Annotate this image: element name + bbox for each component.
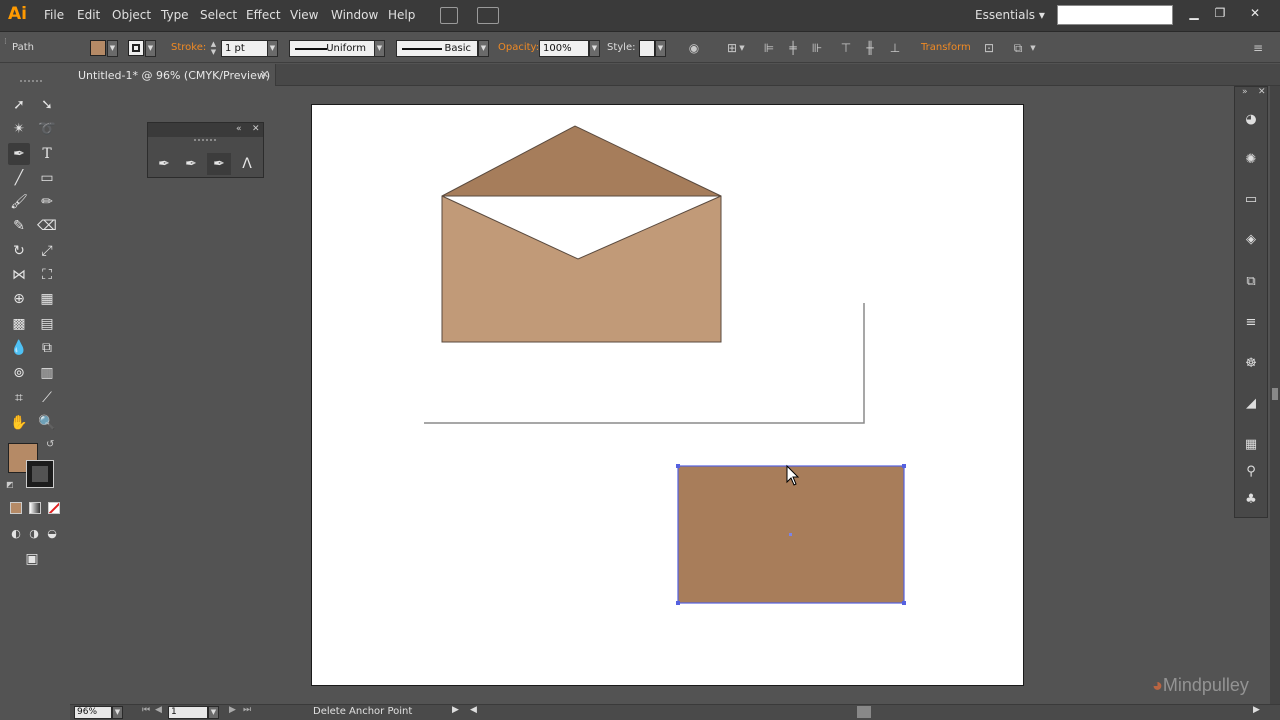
artboard-dropdown[interactable]: ▼ bbox=[208, 706, 219, 719]
dock-close-icon[interactable]: ✕ bbox=[1258, 87, 1266, 97]
anchor-point-top-left[interactable] bbox=[676, 464, 680, 468]
watermark-logo-icon: ◕ bbox=[1152, 675, 1163, 695]
anchor-point-top-right[interactable] bbox=[902, 464, 906, 468]
scroll-left-arrow-icon[interactable]: ◀ bbox=[470, 705, 477, 715]
envelope-flap[interactable] bbox=[441, 125, 722, 197]
vertical-scrollbar-thumb[interactable] bbox=[1272, 388, 1278, 400]
swatches-panel-icon[interactable]: ▦ bbox=[1241, 435, 1261, 455]
horizontal-scrollbar-thumb[interactable] bbox=[857, 706, 871, 718]
first-artboard-icon[interactable]: ⏮ bbox=[142, 705, 150, 715]
scroll-right-arrow-icon[interactable]: ▶ bbox=[1253, 705, 1260, 715]
next-artboard-icon[interactable]: ▶ bbox=[229, 705, 236, 715]
brushes-panel-icon[interactable]: ⚲ bbox=[1241, 462, 1261, 482]
zoom-dropdown[interactable]: ▼ bbox=[112, 706, 123, 719]
status-bar bbox=[70, 704, 1280, 720]
color-panel-icon[interactable]: ◕ bbox=[1241, 110, 1261, 130]
stroke-panel-icon[interactable]: ≡ bbox=[1241, 313, 1261, 333]
transparency-panel-icon[interactable]: ◢ bbox=[1241, 394, 1261, 414]
artwork-layer bbox=[424, 125, 906, 605]
artboard-number-field[interactable]: 1 bbox=[168, 706, 208, 719]
artboards-panel-icon[interactable]: ⧉ bbox=[1241, 272, 1261, 292]
gradient-panel-icon[interactable]: ▭ bbox=[1241, 190, 1261, 210]
zoom-field[interactable]: 96% bbox=[74, 706, 112, 719]
layers-panel-icon[interactable]: ◈ bbox=[1241, 230, 1261, 250]
status-menu-arrow-icon[interactable]: ▶ bbox=[452, 705, 459, 715]
previous-artboard-icon[interactable]: ◀ bbox=[155, 705, 162, 715]
watermark-text: Mindpulley bbox=[1162, 675, 1249, 695]
current-tool-status: Delete Anchor Point bbox=[313, 706, 413, 717]
symbols-panel-icon[interactable]: ♣ bbox=[1241, 490, 1261, 510]
anchor-point-bottom-right[interactable] bbox=[902, 601, 906, 605]
anchor-point-bottom-left[interactable] bbox=[676, 601, 680, 605]
color-guide-panel-icon[interactable]: ✺ bbox=[1241, 150, 1261, 170]
watermark: ◕Mindpulley bbox=[1152, 675, 1249, 696]
dock-expand-icon[interactable]: » bbox=[1242, 87, 1248, 97]
last-artboard-icon[interactable]: ⏭ bbox=[243, 705, 251, 715]
center-point bbox=[789, 533, 792, 536]
appearance-panel-icon[interactable]: ☸ bbox=[1241, 354, 1261, 374]
